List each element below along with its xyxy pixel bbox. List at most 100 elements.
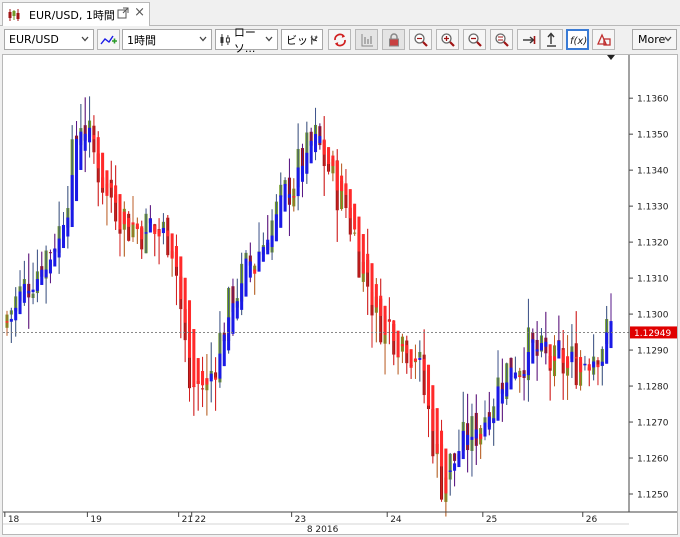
zoom-out-button[interactable] — [463, 29, 486, 50]
price-axis[interactable]: 1.1360 1.1350 1.1340 1.1330 1.1320 1.1310 1.13… — [628, 55, 677, 512]
ha-candle-body — [22, 283, 26, 303]
ha-candle-body — [370, 263, 374, 305]
ha-candle-body — [227, 317, 231, 351]
refresh-button[interactable] — [328, 29, 351, 50]
price-chart[interactable]: 1.1360 1.1350 1.1340 1.1330 1.1320 1.1310 1.13… — [2, 54, 678, 535]
ha-candle-body — [392, 320, 396, 341]
price-tick-label: 1.1270 — [637, 419, 669, 429]
ha-candle-body — [296, 167, 300, 197]
ha-candle-body — [309, 140, 313, 164]
ha-candle-body — [448, 470, 452, 472]
chart-shift-button[interactable] — [355, 29, 378, 50]
ha-candle-body — [35, 279, 39, 291]
ha-candle-body — [405, 345, 409, 354]
ha-candle-body — [413, 358, 417, 362]
ha-candle-body — [479, 433, 483, 440]
ha-candle-body — [61, 224, 66, 249]
ha-candle-body — [570, 351, 574, 363]
ha-candle-body — [292, 196, 296, 198]
ha-candle-body — [600, 361, 604, 366]
price-tick-label: 1.1250 — [637, 491, 669, 501]
price-type-select[interactable]: ビッド — [281, 29, 323, 50]
ha-candle-body — [170, 233, 174, 259]
ha-candle-body — [240, 283, 244, 310]
ha-candle-body — [101, 152, 105, 188]
ha-candle-body — [75, 138, 79, 202]
ha-candle-body — [148, 218, 152, 233]
chevron-down-icon — [664, 36, 672, 42]
popout-icon[interactable] — [117, 7, 129, 19]
price-tick-label: 1.1280 — [637, 383, 669, 393]
ha-candle-body — [557, 340, 561, 359]
ha-candle-body — [218, 353, 222, 379]
ha-candle-body — [539, 343, 543, 351]
ha-candle-body — [544, 341, 548, 347]
drawing-tools-button[interactable] — [592, 29, 615, 50]
ha-candle-body — [583, 363, 587, 366]
ha-candle-body — [561, 349, 565, 363]
ha-candle-body — [18, 291, 22, 315]
zoom-reset-button[interactable] — [490, 29, 513, 50]
svg-text:f(x): f(x) — [570, 36, 587, 47]
ha-candle-body — [609, 321, 613, 349]
zoom-in-icon — [440, 32, 455, 47]
ha-candle-body — [470, 436, 474, 440]
instrument-select[interactable]: EUR/USD — [4, 29, 94, 50]
ha-candle-body — [257, 251, 261, 272]
ha-candle-body — [483, 422, 487, 437]
ha-candle-body — [79, 131, 83, 170]
chevron-down-icon — [81, 36, 89, 42]
zoom-fit-button[interactable] — [409, 29, 432, 50]
ha-candle-body — [14, 307, 18, 321]
timeframe-select[interactable]: 1時間 — [122, 29, 212, 50]
ha-candle-body — [279, 195, 283, 228]
ha-candle-body — [31, 289, 35, 293]
price-tick-label: 1.1300 — [637, 311, 669, 321]
price-tick-label: 1.1320 — [637, 239, 669, 249]
ha-candle-body — [261, 246, 265, 262]
scroll-to-end-button[interactable] — [517, 29, 540, 50]
zoom-in-button[interactable] — [436, 29, 459, 50]
ha-candle-body — [187, 300, 192, 358]
time-axis[interactable]: 18 19 21 22 23 24 25 268 2016 — [3, 511, 677, 535]
price-tick-label: 1.1310 — [637, 275, 669, 285]
tab-bar: EUR/USD, 1時間 × — [0, 0, 680, 26]
ha-candle-body — [205, 378, 209, 385]
ha-candle-body — [513, 372, 517, 379]
compare-chart-icon — [99, 35, 117, 44]
ha-candle-body — [274, 214, 278, 242]
ha-candle-body — [605, 332, 609, 364]
close-icon[interactable]: × — [134, 5, 145, 20]
more-button[interactable]: More — [632, 29, 677, 50]
tab-eurusd-chart[interactable]: EUR/USD, 1時間 × — [2, 2, 150, 26]
time-tick-label: 22 — [195, 515, 206, 525]
ha-candle-body — [53, 248, 57, 267]
ha-candle-body — [135, 223, 139, 230]
chevron-down-icon — [265, 36, 273, 42]
scroll-marker-icon — [607, 55, 615, 60]
time-tick-label: 25 — [486, 515, 497, 525]
time-tick-label: 19 — [90, 515, 102, 525]
indicators-button[interactable]: f(x) — [566, 29, 589, 50]
ha-candle-body — [105, 170, 109, 196]
time-tick-label: 23 — [295, 515, 306, 525]
ha-candle-body — [396, 330, 400, 358]
ha-candle-body — [122, 211, 126, 225]
lock-icon — [388, 32, 399, 46]
ha-candle-body — [248, 261, 252, 278]
plot-area — [3, 55, 629, 517]
ha-candle-body — [114, 185, 118, 203]
ha-candle-body — [157, 229, 161, 237]
ha-candle-body — [222, 334, 226, 367]
add-instrument-button[interactable] — [97, 29, 120, 50]
ha-candle-body — [431, 385, 435, 432]
lock-button[interactable] — [382, 29, 405, 50]
ha-candle-body — [127, 217, 131, 227]
ha-candle-body — [196, 358, 200, 384]
ha-candle-body — [214, 377, 218, 380]
chart-type-select[interactable]: ローソ... — [215, 26, 278, 55]
ha-candle-body — [192, 329, 196, 388]
vertical-scale-button[interactable] — [540, 29, 563, 50]
magnifier-icon — [413, 32, 428, 47]
chart-canvas[interactable]: 1.1360 1.1350 1.1340 1.1330 1.1320 1.1310 1.13… — [3, 55, 677, 535]
